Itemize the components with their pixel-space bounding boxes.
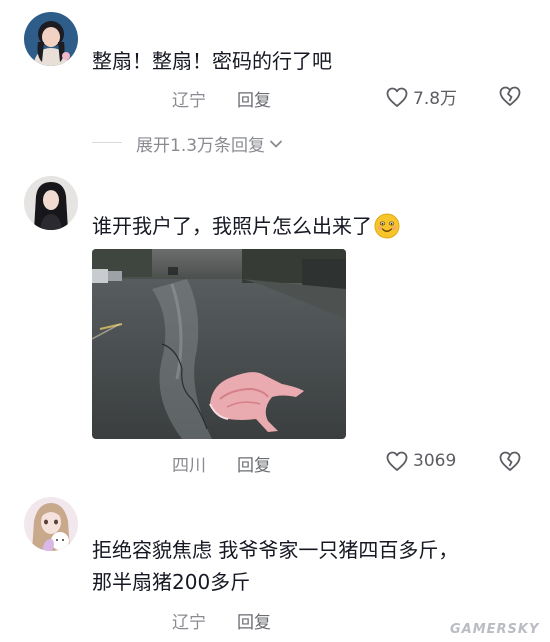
smile-emoji-icon [374, 213, 400, 239]
broken-heart-icon [499, 451, 521, 471]
avatar[interactable] [24, 12, 78, 66]
comment-text: 拒绝容貌焦虑 我爷爷家一只猪四百多斤， [92, 538, 459, 562]
comment-location: 四川 [172, 456, 206, 476]
reply-button[interactable]: 回复 [237, 608, 271, 633]
comment-text-row: 谁开我户了，我照片怎么出来了 [92, 209, 400, 243]
heart-outline-icon [386, 87, 408, 107]
like-count: 3069 [413, 451, 457, 471]
broken-heart-icon [499, 86, 521, 106]
heart-outline-icon [386, 451, 408, 471]
avatar[interactable] [24, 176, 78, 230]
comment-text: 整扇！整扇！密码的行了吧 [92, 49, 332, 73]
expand-replies-label: 展开1.3万条回复 [136, 136, 266, 156]
like-button[interactable]: 3069 [385, 449, 456, 473]
comment-text: 那半扇猪200多斤 [92, 570, 251, 594]
avatar[interactable] [24, 497, 78, 551]
comment-location: 辽宁 [172, 613, 206, 633]
expand-replies-divider [92, 142, 122, 143]
dislike-button[interactable] [498, 449, 522, 477]
reply-button[interactable]: 回复 [237, 451, 271, 476]
comment-photo[interactable] [92, 249, 346, 439]
like-count: 7.8万 [413, 89, 458, 109]
dislike-button[interactable] [498, 84, 522, 112]
chevron-down-icon [270, 140, 282, 147]
comment-text: 谁开我户了，我照片怎么出来了 [92, 214, 372, 238]
expand-replies-button[interactable]: 展开1.3万条回复 [136, 131, 284, 156]
like-button[interactable]: 7.8万 [385, 84, 457, 109]
watermark: GAMERSKY [450, 622, 540, 637]
comment-location: 辽宁 [172, 91, 206, 111]
reply-button[interactable]: 回复 [237, 86, 271, 111]
